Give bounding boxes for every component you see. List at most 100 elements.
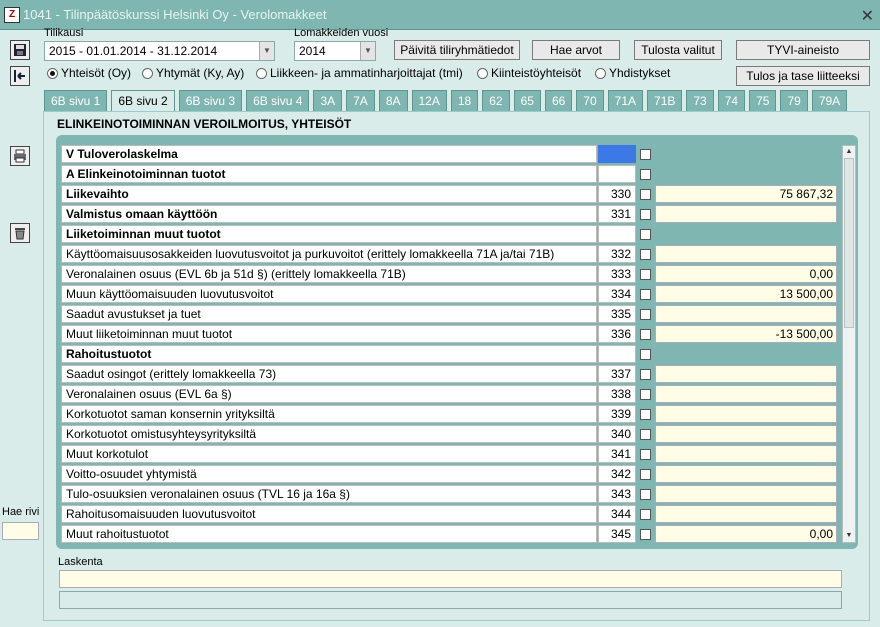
- row-checkbox[interactable]: [640, 328, 651, 340]
- row-value-field[interactable]: 75 867,32: [655, 185, 837, 203]
- row-code: 332: [598, 245, 636, 263]
- row-value-field: [655, 145, 837, 163]
- row-checkbox[interactable]: [640, 468, 651, 480]
- tulosta-valitut-button[interactable]: Tulosta valitut: [634, 40, 722, 60]
- tab-75[interactable]: 75: [749, 90, 777, 111]
- row-value-field[interactable]: [655, 445, 837, 463]
- tab-7a[interactable]: 7A: [346, 90, 375, 111]
- vertical-scrollbar[interactable]: ▲ ▼: [842, 145, 856, 543]
- tab-71b[interactable]: 71B: [647, 90, 683, 111]
- exit-icon[interactable]: [10, 66, 30, 86]
- tab-66[interactable]: 66: [544, 90, 573, 111]
- row-checkbox[interactable]: [640, 248, 651, 260]
- row-value-field[interactable]: [655, 205, 837, 223]
- row-checkbox[interactable]: [640, 308, 651, 320]
- delete-icon[interactable]: [10, 223, 30, 243]
- tulos-ja-tase-button[interactable]: Tulos ja tase liitteeksi: [736, 66, 870, 86]
- row-checkbox[interactable]: [640, 348, 651, 360]
- hae-rivi-input[interactable]: [2, 522, 39, 540]
- row-checkbox[interactable]: [640, 288, 651, 300]
- row-checkbox[interactable]: [640, 528, 651, 540]
- row-checkbox[interactable]: [640, 448, 651, 460]
- row-checkbox[interactable]: [640, 208, 651, 220]
- window-title: 1041 - Tilinpäätöskurssi Helsinki Oy - V…: [23, 7, 327, 22]
- tab-73[interactable]: 73: [686, 90, 714, 111]
- hae-arvot-button[interactable]: Hae arvot: [532, 40, 620, 60]
- row-checkbox[interactable]: [640, 268, 651, 280]
- row-checkbox[interactable]: [640, 148, 651, 160]
- row-checkbox[interactable]: [640, 388, 651, 400]
- radio-yhteisot[interactable]: Yhteisöt (Oy): [47, 66, 131, 80]
- row-checkbox[interactable]: [640, 508, 651, 520]
- tab-6b-sivu-4[interactable]: 6B sivu 4: [246, 90, 310, 111]
- chevron-down-icon[interactable]: ▼: [259, 42, 274, 60]
- tab-70[interactable]: 70: [576, 90, 604, 111]
- radio-liikkeenharjoittajat[interactable]: Liikkeen- ja ammatinharjoittajat (tmi): [256, 66, 463, 80]
- row-description: Rahoitustuotot: [61, 345, 597, 363]
- row-value-field[interactable]: [655, 505, 837, 523]
- laskenta-label: Laskenta: [58, 556, 103, 568]
- row-value-field[interactable]: -13 500,00: [655, 325, 837, 343]
- row-value-field[interactable]: [655, 485, 837, 503]
- tab-62[interactable]: 62: [482, 90, 510, 111]
- scroll-thumb[interactable]: [844, 158, 854, 328]
- row-checkbox[interactable]: [640, 188, 651, 200]
- row-value-field[interactable]: [655, 245, 837, 263]
- radio-yhtymat[interactable]: Yhtymät (Ky, Ay): [142, 66, 244, 80]
- row-checkbox[interactable]: [640, 408, 651, 420]
- row-description: Saadut avustukset ja tuet: [61, 305, 597, 323]
- radio-dot: [595, 67, 606, 79]
- form-row: Muut rahoitustuotot 345 0,00: [61, 525, 837, 543]
- row-description: Muun käyttöomaisuuden luovutusvoitot: [61, 285, 597, 303]
- vuosi-select[interactable]: 2014 ▼: [294, 41, 376, 61]
- row-value-field[interactable]: 0,00: [655, 525, 837, 543]
- row-value-field[interactable]: [655, 365, 837, 383]
- form-row: A Elinkeinotoiminnan tuotot: [61, 165, 837, 183]
- row-code: [598, 345, 636, 363]
- scroll-up-icon[interactable]: ▲: [843, 146, 855, 158]
- form-row: Liiketoiminnan muut tuotot: [61, 225, 837, 243]
- row-checkbox[interactable]: [640, 428, 651, 440]
- tab-12a[interactable]: 12A: [411, 90, 447, 111]
- tab-65[interactable]: 65: [513, 90, 541, 111]
- paivita-tiliryhmatiedot-button[interactable]: Päivitä tiliryhmätiedot: [394, 40, 520, 60]
- row-value-field[interactable]: 13 500,00: [655, 285, 837, 303]
- laskenta-field[interactable]: [59, 570, 842, 588]
- row-value-field[interactable]: [655, 425, 837, 443]
- radio-kiinteistoyhteisot[interactable]: Kiinteistöyhteisöt: [477, 66, 581, 80]
- print-icon[interactable]: [10, 146, 30, 166]
- tab-8a[interactable]: 8A: [378, 90, 408, 111]
- row-checkbox[interactable]: [640, 168, 651, 180]
- form-row: Rahoitustuotot: [61, 345, 837, 363]
- row-code: 342: [598, 465, 636, 483]
- tab-18[interactable]: 18: [450, 90, 479, 111]
- row-value-field[interactable]: [655, 465, 837, 483]
- row-value-field[interactable]: 0,00: [655, 265, 837, 283]
- tyvi-aineisto-button[interactable]: TYVI-aineisto: [736, 40, 870, 60]
- row-value-field[interactable]: [655, 385, 837, 403]
- tilikausi-label: Tilikausi: [44, 27, 84, 39]
- row-code: 330: [598, 185, 636, 203]
- tab-6b-sivu-1[interactable]: 6B sivu 1: [44, 90, 108, 111]
- tab-6b-sivu-2[interactable]: 6B sivu 2: [111, 90, 175, 112]
- tab-3a[interactable]: 3A: [313, 90, 343, 111]
- save-icon[interactable]: [10, 40, 30, 60]
- form-row: Veronalainen osuus (EVL 6a §) 338: [61, 385, 837, 403]
- row-value-field[interactable]: [655, 405, 837, 423]
- radio-dot: [477, 67, 488, 79]
- radio-yhdistykset[interactable]: Yhdistykset: [595, 66, 670, 80]
- row-checkbox[interactable]: [640, 488, 651, 500]
- row-checkbox[interactable]: [640, 368, 651, 380]
- row-checkbox[interactable]: [640, 228, 651, 240]
- tab-79[interactable]: 79: [780, 90, 808, 111]
- tilikausi-select[interactable]: 2015 - 01.01.2014 - 31.12.2014 ▼: [44, 41, 275, 61]
- tab-71a[interactable]: 71A: [607, 90, 644, 111]
- form-row: Muut korkotulot 341: [61, 445, 837, 463]
- tab-74[interactable]: 74: [717, 90, 746, 111]
- row-value-field[interactable]: [655, 305, 837, 323]
- scroll-down-icon[interactable]: ▼: [843, 530, 855, 542]
- close-icon[interactable]: ✕: [861, 6, 874, 26]
- tab-79a[interactable]: 79A: [811, 90, 848, 111]
- chevron-down-icon[interactable]: ▼: [360, 42, 375, 60]
- tab-6b-sivu-3[interactable]: 6B sivu 3: [178, 90, 243, 111]
